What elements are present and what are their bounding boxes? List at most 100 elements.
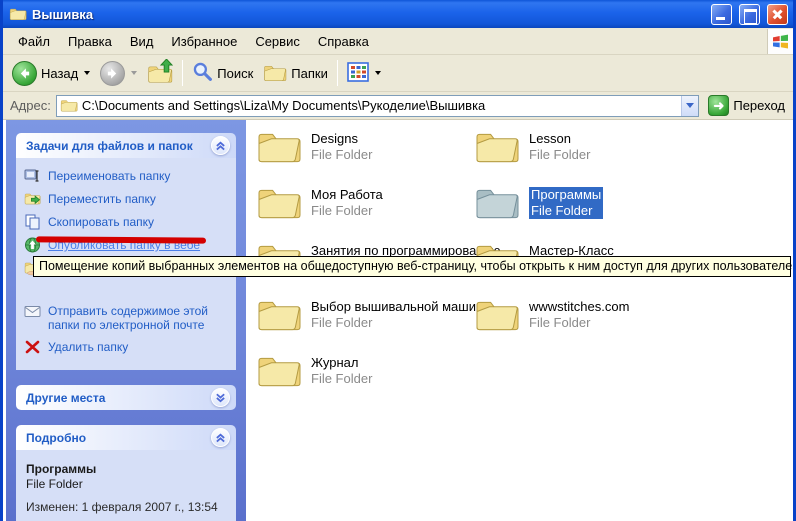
folder-tile-wwwstitches[interactable]: wwwstitches.com File Folder — [474, 296, 692, 352]
toolbar-separator — [182, 60, 183, 86]
folder-type: File Folder — [529, 203, 603, 219]
views-button[interactable] — [342, 59, 386, 88]
folder-icon — [474, 296, 520, 334]
folder-icon — [256, 296, 302, 334]
file-tasks-title: Задачи для файлов и папок — [26, 139, 193, 153]
search-label: Поиск — [217, 66, 253, 81]
folder-tile-vybor-mashiny[interactable]: Выбор вышивальной машины File Folder — [256, 296, 474, 352]
content-area: Задачи для файлов и папок Переименовать … — [6, 120, 790, 521]
copy-icon — [24, 214, 41, 230]
folder-type: File Folder — [311, 371, 372, 387]
back-button[interactable]: Назад — [7, 58, 95, 89]
collapse-chevron-icon[interactable] — [211, 428, 230, 447]
file-tasks-panel: Задачи для файлов и папок Переименовать … — [16, 133, 236, 370]
folder-icon — [256, 184, 302, 222]
email-icon — [24, 303, 41, 319]
back-label: Назад — [41, 66, 78, 81]
go-label: Переход — [733, 98, 785, 113]
folder-listing: Designs File Folder Lesson File Folder М… — [246, 120, 790, 521]
folders-label: Папки — [291, 66, 328, 81]
address-bar: Адрес: C:\Documents and Settings\Liza\My… — [3, 92, 793, 120]
folder-tile-moya-rabota[interactable]: Моя Работа File Folder — [256, 184, 474, 240]
forward-button[interactable] — [95, 58, 142, 89]
task-rename-folder[interactable]: Переименовать папку — [24, 168, 232, 184]
folder-name: Lesson — [529, 131, 590, 147]
window-folder-icon — [9, 6, 27, 22]
collapse-chevron-icon[interactable] — [211, 136, 230, 155]
menu-help[interactable]: Справка — [309, 30, 378, 53]
up-button[interactable] — [142, 58, 178, 88]
folder-type: File Folder — [529, 147, 590, 163]
details-item-name: Программы — [26, 462, 230, 477]
folder-icon — [256, 128, 302, 166]
address-label: Адрес: — [7, 98, 51, 113]
minimize-button[interactable] — [711, 4, 732, 25]
menu-file[interactable]: Файл — [9, 30, 59, 53]
folder-type: File Folder — [311, 315, 493, 331]
folder-name: Моя Работа — [311, 187, 383, 203]
go-button[interactable]: ➜ Переход — [704, 95, 789, 116]
task-pane-sidebar: Задачи для файлов и папок Переименовать … — [6, 120, 246, 521]
details-header[interactable]: Подробно — [16, 425, 236, 450]
toolbar: Назад Поиск П — [3, 55, 793, 92]
details-panel: Подробно Программы File Folder Изменен: … — [16, 425, 236, 521]
folder-tile-zhurnal[interactable]: Журнал File Folder — [256, 352, 474, 408]
file-tasks-header[interactable]: Задачи для файлов и папок — [16, 133, 236, 158]
expand-chevron-icon[interactable] — [211, 388, 230, 407]
task-email-folder[interactable]: Отправить содержимое этой папки по элект… — [24, 303, 232, 332]
folder-icon — [474, 128, 520, 166]
folder-type: File Folder — [529, 315, 629, 331]
rename-icon — [24, 168, 41, 184]
folder-name: Программы — [529, 187, 603, 203]
address-folder-icon — [60, 98, 78, 113]
other-places-header[interactable]: Другие места — [16, 385, 236, 410]
task-label: Скопировать папку — [48, 214, 154, 229]
forward-dropdown-icon — [131, 71, 137, 75]
explorer-window: Вышивка Файл Правка Вид Избранное Сервис… — [0, 0, 796, 521]
address-input[interactable]: C:\Documents and Settings\Liza\My Docume… — [56, 95, 700, 117]
folders-icon — [263, 63, 287, 83]
move-icon — [24, 191, 41, 207]
go-arrow-icon: ➜ — [708, 95, 729, 116]
task-move-folder[interactable]: Переместить папку — [24, 191, 232, 207]
folder-icon-selected — [474, 184, 520, 222]
folder-tile-lesson[interactable]: Lesson File Folder — [474, 128, 692, 184]
close-button[interactable] — [767, 4, 788, 25]
other-places-title: Другие места — [26, 391, 105, 405]
folder-type: File Folder — [311, 203, 383, 219]
menu-view[interactable]: Вид — [121, 30, 163, 53]
search-icon — [192, 61, 213, 85]
address-dropdown-button[interactable] — [681, 96, 698, 116]
maximize-button[interactable] — [739, 4, 760, 25]
task-label: Отправить содержимое этой папки по элект… — [48, 303, 232, 332]
task-label: Удалить папку — [48, 339, 128, 354]
details-item-modified: Изменен: 1 февраля 2007 г., 13:54 — [26, 500, 230, 515]
task-copy-folder[interactable]: Скопировать папку — [24, 214, 232, 230]
folder-icon — [256, 352, 302, 390]
menu-tools[interactable]: Сервис — [246, 30, 309, 53]
menu-edit[interactable]: Правка — [59, 30, 121, 53]
search-button[interactable]: Поиск — [187, 58, 258, 88]
back-dropdown-icon[interactable] — [84, 71, 90, 75]
details-item-type: File Folder — [26, 477, 230, 492]
task-label: Переименовать папку — [48, 168, 170, 183]
folders-button[interactable]: Папки — [258, 60, 333, 86]
address-path[interactable]: C:\Documents and Settings\Liza\My Docume… — [82, 98, 678, 113]
details-body: Программы File Folder Изменен: 1 февраля… — [16, 450, 236, 521]
red-underline-annotation — [36, 236, 206, 243]
delete-icon — [24, 339, 41, 355]
folder-type: File Folder — [311, 147, 372, 163]
views-dropdown-icon[interactable] — [375, 71, 381, 75]
other-places-panel: Другие места — [16, 385, 236, 410]
task-label: Переместить папку — [48, 191, 156, 206]
folder-name: Выбор вышивальной машины — [311, 299, 493, 315]
menu-bar: Файл Правка Вид Избранное Сервис Справка — [3, 28, 793, 55]
folder-name: Журнал — [311, 355, 372, 371]
folder-tile-designs[interactable]: Designs File Folder — [256, 128, 474, 184]
folder-tile-programmy[interactable]: Программы File Folder — [474, 184, 692, 240]
window-title: Вышивка — [32, 7, 704, 22]
task-delete-folder[interactable]: Удалить папку — [24, 339, 232, 355]
title-bar[interactable]: Вышивка — [3, 0, 793, 28]
up-folder-icon — [147, 61, 173, 85]
menu-favorites[interactable]: Избранное — [162, 30, 246, 53]
